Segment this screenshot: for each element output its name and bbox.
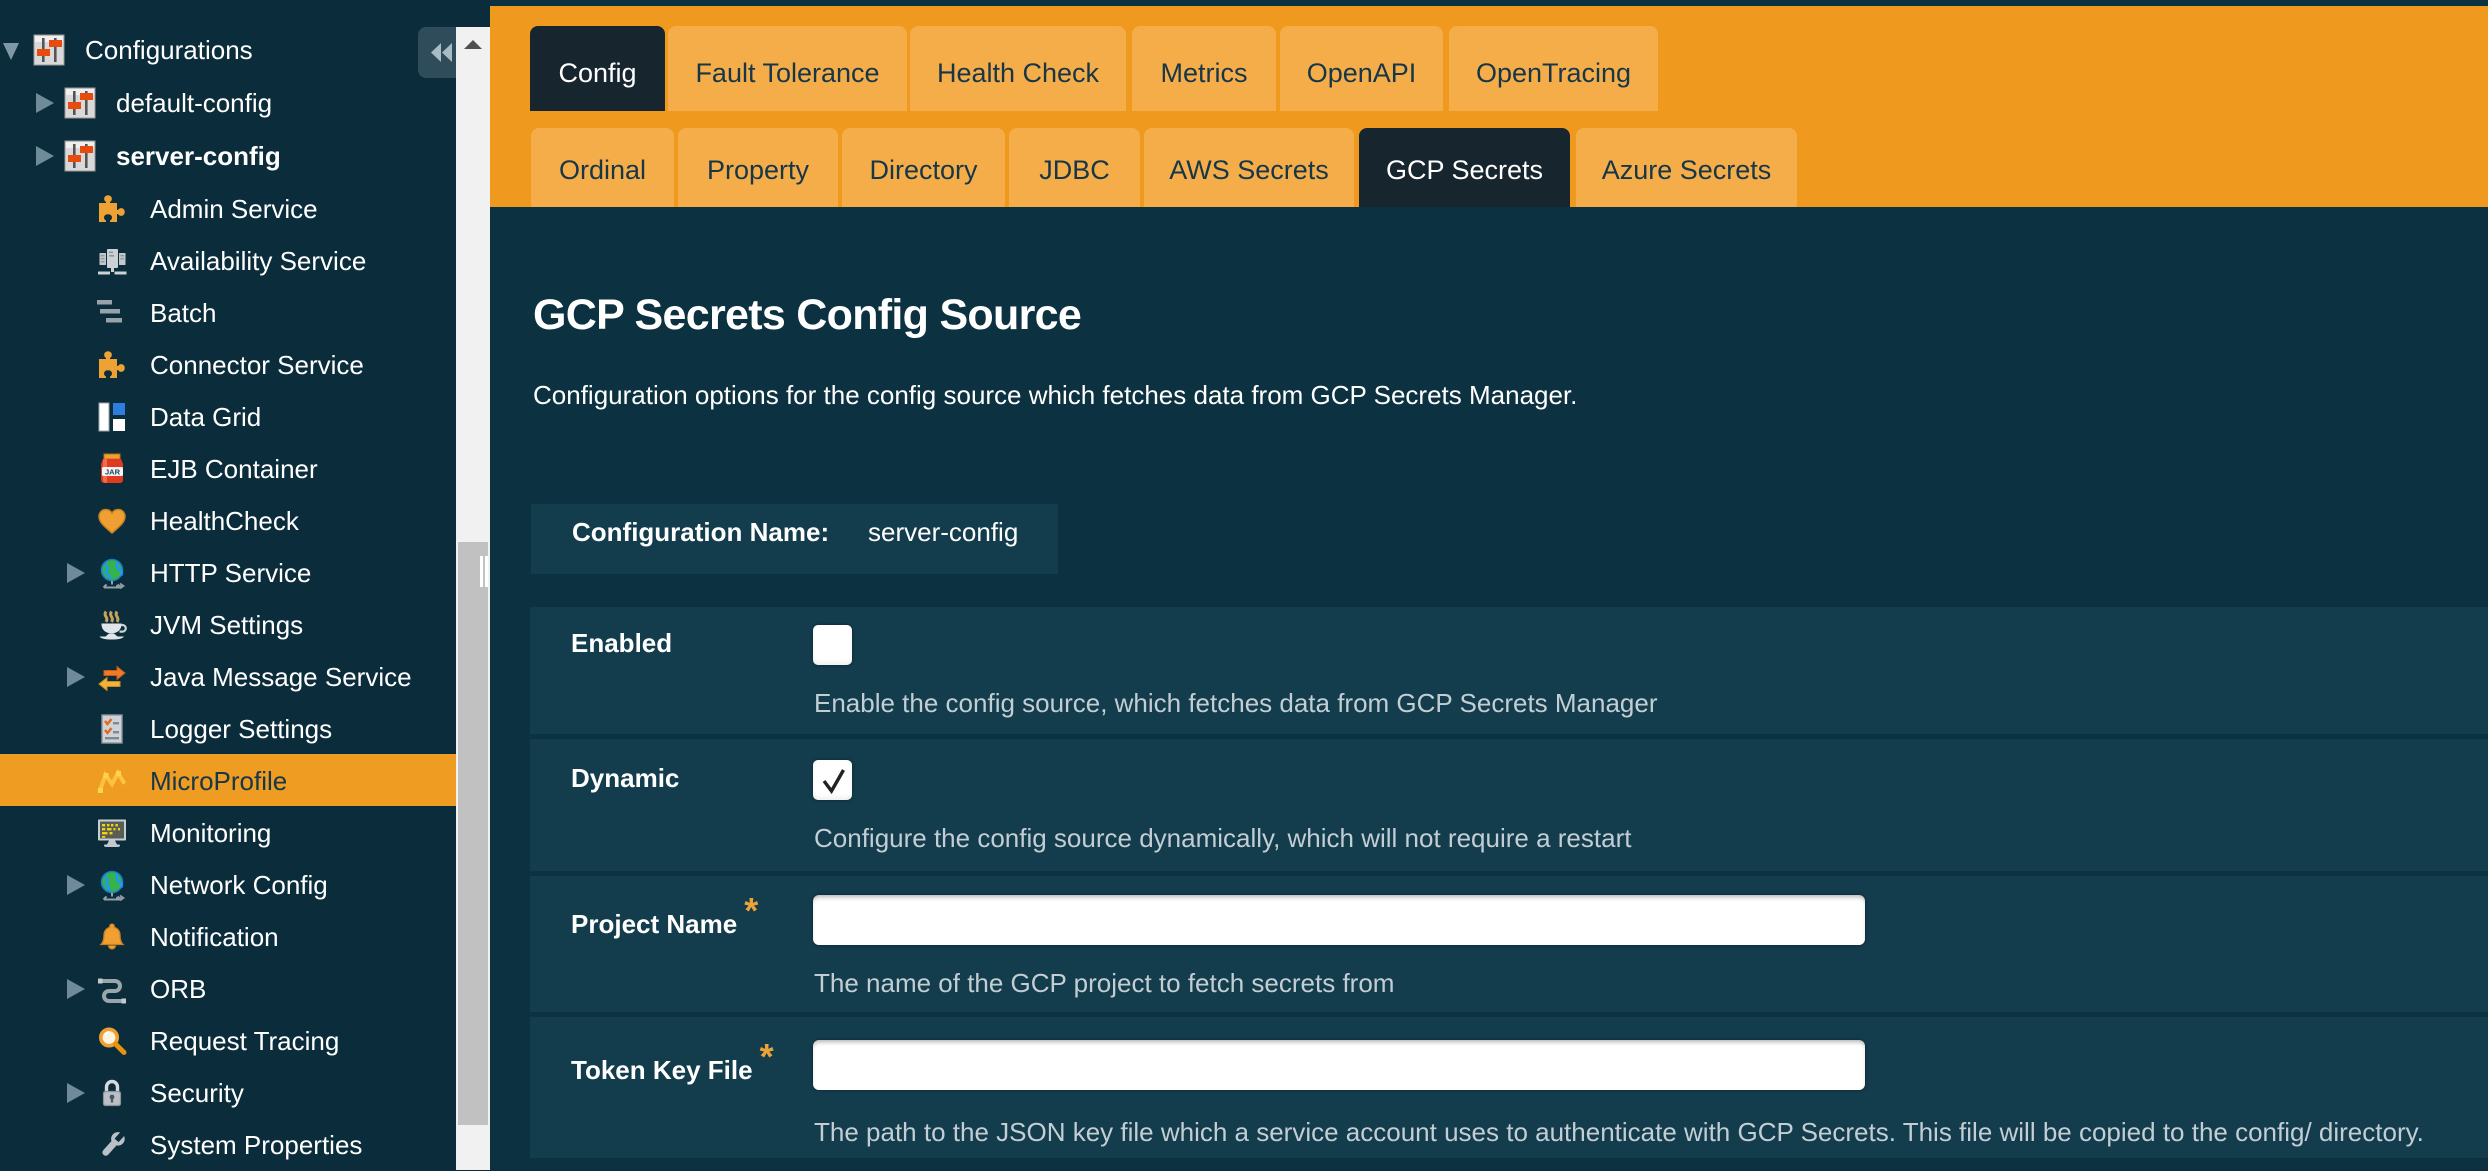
svg-text:JAR: JAR: [105, 468, 121, 477]
